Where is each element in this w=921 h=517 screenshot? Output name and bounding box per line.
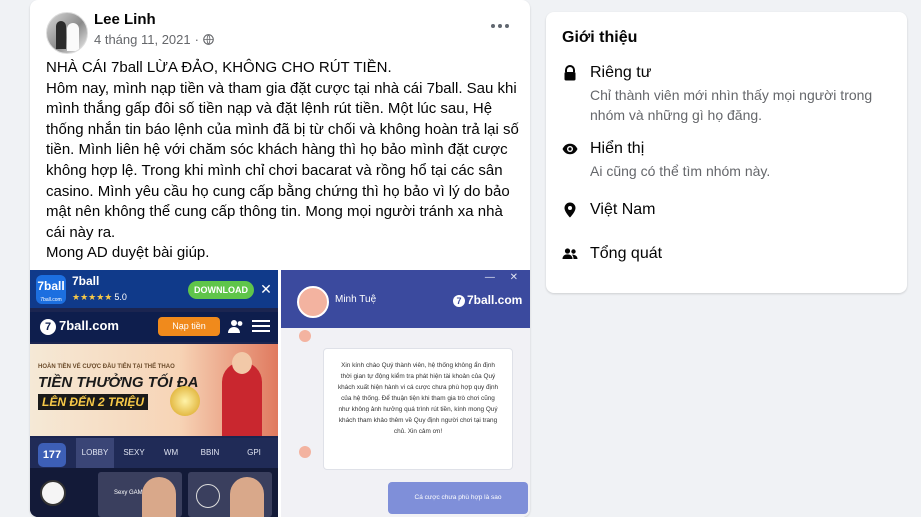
eye-icon — [562, 143, 578, 155]
globe-icon — [203, 34, 214, 45]
tab-bbin: BBIN — [200, 448, 220, 457]
app-banner: 7ball 7ball.com 7ball ★★★★★ 5.0 DOWNLOAD ✕ — [30, 270, 278, 308]
coin-icon — [170, 386, 200, 416]
post-date[interactable]: 4 tháng 11, 2021 — [94, 32, 191, 47]
agent-message: Xin kính chào Quý thành viên, hệ thống k… — [323, 348, 513, 470]
site-header: 7 7ball.com Nạp tiền — [30, 312, 278, 342]
screenshot-support-chat[interactable]: — ✕ Minh Tuệ 7 7ball.com Xin kính chào Qu… — [281, 270, 530, 517]
soccer-ball-icon — [40, 480, 66, 506]
group-icon — [562, 248, 578, 259]
game-tabs: 177 LOBBY SEXY WM BBIN GPI — [30, 438, 278, 468]
tab-sexy: SEXY — [123, 448, 145, 457]
app-logo: 7ball 7ball.com — [36, 275, 66, 304]
tab-gpi: GPI — [247, 448, 261, 457]
location-text[interactable]: Việt Nam — [590, 201, 656, 219]
agent-mini-avatar — [299, 330, 311, 342]
badge-177: 177 — [38, 443, 66, 467]
deposit-button: Nạp tiền — [158, 317, 220, 336]
promo-model — [222, 352, 262, 436]
menu-icon — [252, 320, 270, 332]
agent-avatar — [297, 286, 329, 318]
screenshot-7ball-site[interactable]: 7ball 7ball.com 7ball ★★★★★ 5.0 DOWNLOAD ✕… — [30, 270, 278, 517]
privacy-title: Riêng tư — [590, 64, 652, 81]
agent-name: Minh Tuệ — [335, 294, 377, 305]
more-options-icon[interactable] — [488, 16, 512, 36]
app-name: 7ball — [72, 274, 100, 288]
promo-amount: LÊN ĐẾN 2 TRIỆU — [38, 394, 149, 410]
lock-icon — [564, 65, 576, 81]
agent-mini-avatar — [299, 446, 311, 458]
promo-small: HOÀN TIỀN VÉ CƯỢC ĐẦU TIÊN TẠI THỂ THAO — [38, 364, 175, 370]
window-controls: — ✕ — [484, 272, 524, 283]
visible-title: Hiển thị — [590, 140, 645, 157]
location-pin-icon — [564, 202, 576, 218]
card-wm — [188, 472, 272, 517]
author-avatar[interactable] — [46, 12, 88, 54]
download-button: DOWNLOAD — [188, 281, 254, 299]
author-name[interactable]: Lee Linh — [94, 11, 156, 28]
close-icon: ✕ — [260, 281, 272, 297]
promo-banner: HOÀN TIỀN VÉ CƯỢC ĐẦU TIÊN TẠI THỂ THAO … — [30, 344, 278, 436]
visible-desc: Ai cũng có thể tìm nhóm này. — [590, 163, 771, 179]
post-images[interactable]: 7ball 7ball.com 7ball ★★★★★ 5.0 DOWNLOAD ✕… — [30, 270, 530, 517]
card-sexy-gaming: Sexy GAMING — [98, 472, 182, 517]
tab-lobby: LOBBY — [76, 438, 114, 468]
rating: ★★★★★ 5.0 — [72, 292, 127, 302]
chat-brand: 7 7ball.com — [453, 293, 522, 307]
post-meta: 4 tháng 11, 2021 · — [94, 32, 214, 47]
group-post: Lee Linh 4 tháng 11, 2021 · NHÀ CÁI 7bal… — [30, 0, 530, 517]
game-cards: Sexy GAMING — [30, 468, 278, 517]
promo-big: TIỀN THƯỞNG TỐI ĐA — [38, 374, 199, 391]
chat-header: — ✕ Minh Tuệ 7 7ball.com — [281, 270, 530, 328]
user-reply: Cá cược chưa phù hợp là sao — [388, 482, 528, 514]
general-text: Tổng quát — [590, 245, 663, 262]
site-logo: 7 7ball.com — [40, 318, 119, 335]
intro-title: Giới thiệu — [562, 29, 638, 46]
user-icon — [228, 320, 243, 333]
tab-wm: WM — [163, 448, 179, 457]
post-text: NHÀ CÁI 7ball LỪA ĐẢO, KHÔNG CHO RÚT TIỀ… — [46, 59, 519, 262]
group-intro-card: Giới thiệu Riêng tư Chỉ thành viên mới n… — [546, 12, 907, 293]
privacy-desc: Chỉ thành viên mới nhìn thấy mọi người t… — [590, 87, 873, 123]
